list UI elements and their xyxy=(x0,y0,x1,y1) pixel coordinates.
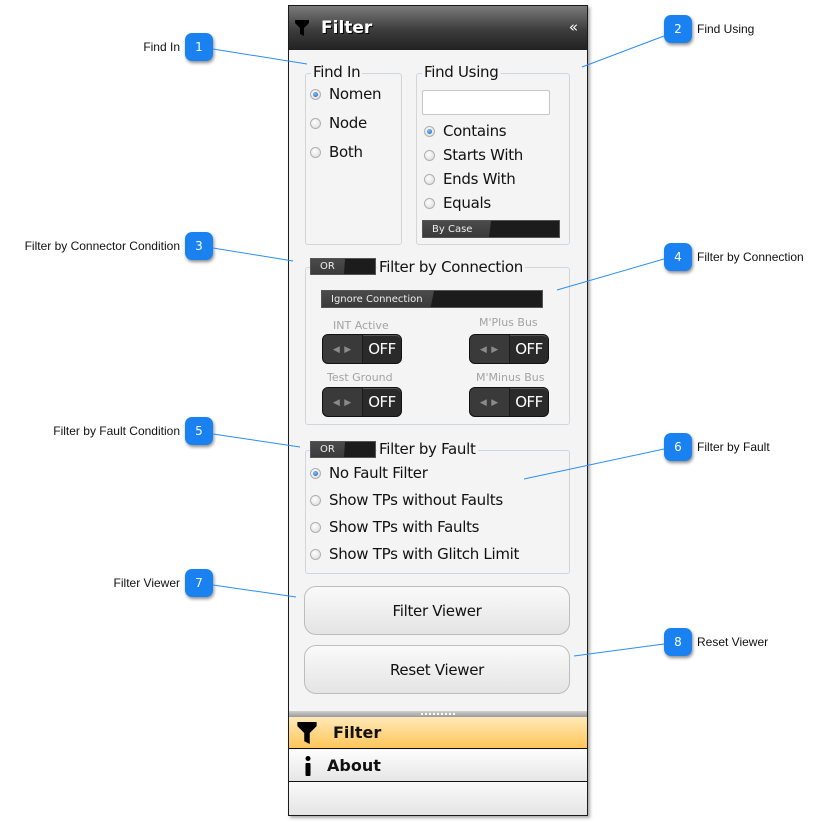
grip-icon xyxy=(421,713,455,715)
callout-label-filter-by-connection: Filter by Connection xyxy=(697,250,804,264)
callout-label-find-using: Find Using xyxy=(697,22,755,36)
connection-legend: Filter by Connection xyxy=(377,258,525,276)
radio-tps-glitch-limit[interactable]: Show TPs with Glitch Limit xyxy=(310,545,519,563)
radio-label: Starts With xyxy=(443,146,523,164)
funnel-icon xyxy=(295,20,309,36)
callout-line-2 xyxy=(581,35,665,68)
by-case-label: By Case xyxy=(423,221,491,237)
radio-tps-without-faults[interactable]: Show TPs without Faults xyxy=(310,491,503,509)
radio-find-using-ends-with[interactable]: Ends With xyxy=(424,170,516,188)
switch-state: OFF xyxy=(368,393,396,411)
radio-label: Nomen xyxy=(329,85,382,103)
test-ground-switch[interactable]: ◀ ▶ OFF xyxy=(322,387,402,417)
fault-condition-label: OR xyxy=(311,442,345,457)
radio-find-in-both[interactable]: Both xyxy=(310,143,363,161)
connection-condition-toggle[interactable]: OR xyxy=(310,258,376,275)
callout-badge-6: 6 xyxy=(664,433,692,461)
radio-button[interactable] xyxy=(310,467,321,479)
mplus-bus-label: M'Plus Bus xyxy=(479,316,538,329)
switch-arrows-icon: ◀ ▶ xyxy=(323,335,363,363)
radio-button[interactable] xyxy=(310,521,321,533)
callout-label-fault-condition: Filter by Fault Condition xyxy=(53,424,180,438)
fault-condition-toggle[interactable]: OR xyxy=(310,441,376,458)
callout-badge-2: 2 xyxy=(664,15,692,43)
test-ground-label: Test Ground xyxy=(327,371,393,384)
callout-badge-7: 7 xyxy=(185,569,213,597)
switch-arrows-icon: ◀ ▶ xyxy=(323,388,363,416)
radio-label: Node xyxy=(329,114,367,132)
callout-badge-1: 1 xyxy=(185,33,213,61)
radio-find-using-contains[interactable]: Contains xyxy=(424,122,507,140)
find-in-legend: Find In xyxy=(311,63,363,81)
find-using-legend: Find Using xyxy=(422,63,501,81)
callout-label-find-in: Find In xyxy=(143,40,180,54)
panel-title: Filter xyxy=(321,18,373,38)
radio-label: No Fault Filter xyxy=(329,464,428,482)
radio-button[interactable] xyxy=(310,494,321,506)
radio-label: Show TPs without Faults xyxy=(329,491,503,509)
radio-button[interactable] xyxy=(310,88,321,100)
radio-label: Both xyxy=(329,143,363,161)
mminus-bus-label: M'Minus Bus xyxy=(476,371,545,384)
nav-label: About xyxy=(327,756,381,775)
nav-item-filter[interactable]: Filter xyxy=(289,717,587,749)
callout-line-5 xyxy=(212,433,301,448)
callout-badge-5: 5 xyxy=(185,417,213,445)
radio-label: Show TPs with Glitch Limit xyxy=(329,545,520,563)
radio-find-using-starts-with[interactable]: Starts With xyxy=(424,146,523,164)
callout-line-3 xyxy=(212,247,294,262)
mplus-bus-switch[interactable]: ◀ ▶ OFF xyxy=(469,334,549,364)
radio-button[interactable] xyxy=(424,197,435,209)
radio-label: Show TPs with Faults xyxy=(329,518,480,536)
fault-legend: Filter by Fault xyxy=(377,440,478,458)
callout-label-filter-viewer: Filter Viewer xyxy=(113,576,180,590)
radio-label: Equals xyxy=(443,194,491,212)
connection-condition-label: OR xyxy=(311,259,345,274)
radio-no-fault-filter[interactable]: No Fault Filter xyxy=(310,464,428,482)
int-active-switch[interactable]: ◀ ▶ OFF xyxy=(322,334,402,364)
switch-state: OFF xyxy=(368,340,396,358)
radio-tps-with-faults[interactable]: Show TPs with Faults xyxy=(310,518,479,536)
ignore-connection-label: Ignore Connection xyxy=(322,291,434,307)
funnel-icon xyxy=(297,721,317,744)
radio-button[interactable] xyxy=(310,117,321,129)
by-case-toggle[interactable]: By Case xyxy=(422,220,560,238)
int-active-label: INT Active xyxy=(333,319,389,332)
nav-footer xyxy=(289,782,587,815)
callout-label-filter-by-fault: Filter by Fault xyxy=(697,440,770,454)
radio-button[interactable] xyxy=(424,173,435,185)
callout-badge-3: 3 xyxy=(185,232,213,260)
radio-find-using-equals[interactable]: Equals xyxy=(424,194,491,212)
radio-button[interactable] xyxy=(310,146,321,158)
radio-label: Ends With xyxy=(443,170,516,188)
nav-label: Filter xyxy=(333,723,382,742)
switch-arrows-icon: ◀ ▶ xyxy=(470,335,510,363)
nav-item-about[interactable]: About xyxy=(289,750,587,782)
collapse-panel-icon[interactable]: « xyxy=(569,18,578,36)
radio-find-in-node[interactable]: Node xyxy=(310,114,367,132)
radio-button[interactable] xyxy=(310,548,321,560)
filter-viewer-button[interactable]: Filter Viewer xyxy=(304,586,570,635)
info-icon xyxy=(305,755,311,776)
ignore-connection-toggle[interactable]: Ignore Connection xyxy=(321,290,543,308)
search-input[interactable] xyxy=(422,90,550,115)
callout-badge-4: 4 xyxy=(664,243,692,271)
radio-button[interactable] xyxy=(424,125,435,137)
switch-state: OFF xyxy=(515,393,543,411)
reset-viewer-button[interactable]: Reset Viewer xyxy=(304,645,570,694)
filter-panel: Filter « Find In Nomen Node Both Find Us… xyxy=(288,5,588,816)
switch-state: OFF xyxy=(515,340,543,358)
callout-label-reset-viewer: Reset Viewer xyxy=(697,635,769,649)
callout-badge-8: 8 xyxy=(664,628,692,656)
switch-arrows-icon: ◀ ▶ xyxy=(470,388,510,416)
callout-line-7 xyxy=(212,584,297,598)
radio-find-in-nomen[interactable]: Nomen xyxy=(310,85,382,103)
mminus-bus-switch[interactable]: ◀ ▶ OFF xyxy=(469,387,549,417)
callout-label-connector-condition: Filter by Connector Condition xyxy=(24,239,180,253)
radio-button[interactable] xyxy=(424,149,435,161)
radio-label: Contains xyxy=(443,122,507,140)
panel-header: Filter « xyxy=(289,6,587,50)
